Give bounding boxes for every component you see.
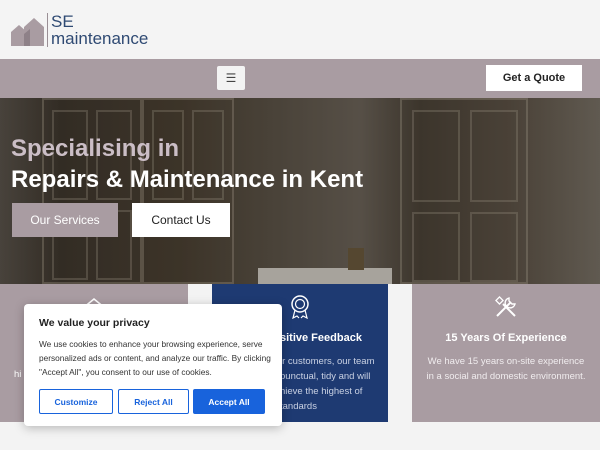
- logo-text-line2: maintenance: [51, 29, 149, 48]
- hero-section: Specialising in Repairs & Maintenance in…: [0, 98, 600, 284]
- feature-card-title: sitive Feedback: [280, 332, 362, 344]
- feature-card-line: tandards: [280, 401, 317, 412]
- cookie-consent-dialog: We value your privacy We use cookies to …: [24, 304, 282, 426]
- cookie-dialog-title: We value your privacy: [39, 317, 150, 329]
- our-services-button[interactable]: Our Services: [12, 203, 118, 237]
- logo-divider: [47, 13, 48, 47]
- feature-card-title: 15 Years Of Experience: [445, 332, 567, 344]
- bars-icon: ☰: [225, 71, 237, 85]
- logo-text: SE maintenance: [51, 13, 148, 47]
- reject-all-button[interactable]: Reject All: [118, 389, 189, 414]
- site-logo[interactable]: SE maintenance: [10, 12, 148, 48]
- hero-title-line1: Specialising in: [11, 135, 180, 162]
- nav-bar: ☰ Get a Quote: [0, 59, 600, 98]
- get-a-quote-button[interactable]: Get a Quote: [486, 65, 582, 91]
- feature-card-line: hieve the highest of: [280, 386, 363, 397]
- feature-card-experience: 15 Years Of Experience We have 15 years …: [412, 284, 600, 422]
- feature-card-text: We have 15 years on-site experience in a…: [412, 354, 600, 384]
- feature-card-text: ir customers, our team punctual, tidy an…: [280, 354, 390, 414]
- menu-toggle-button[interactable]: ☰: [217, 66, 245, 90]
- page-bottom-strip: [0, 422, 600, 450]
- feature-card-line: We have 15 years on-site experience: [427, 356, 585, 367]
- tools-icon: [495, 296, 516, 317]
- contact-us-button[interactable]: Contact Us: [132, 203, 230, 237]
- houses-logo-icon: [11, 18, 44, 46]
- site-header: SE maintenance: [0, 0, 600, 59]
- cookie-dialog-text: We use cookies to enhance your browsing …: [39, 339, 271, 377]
- feature-card-line: ir customers, our team: [280, 356, 375, 367]
- feature-card-line: in a social and domestic environment.: [426, 371, 586, 382]
- award-badge-icon: [291, 295, 309, 319]
- customize-button[interactable]: Customize: [39, 389, 113, 414]
- accept-all-button[interactable]: Accept All: [193, 389, 265, 414]
- feature-card-1-text: hi: [14, 369, 22, 380]
- feature-card-line: punctual, tidy and will: [280, 371, 371, 382]
- hero-title-line2: Repairs & Maintenance in Kent: [11, 166, 364, 193]
- logo-text-line1: SE: [51, 12, 74, 31]
